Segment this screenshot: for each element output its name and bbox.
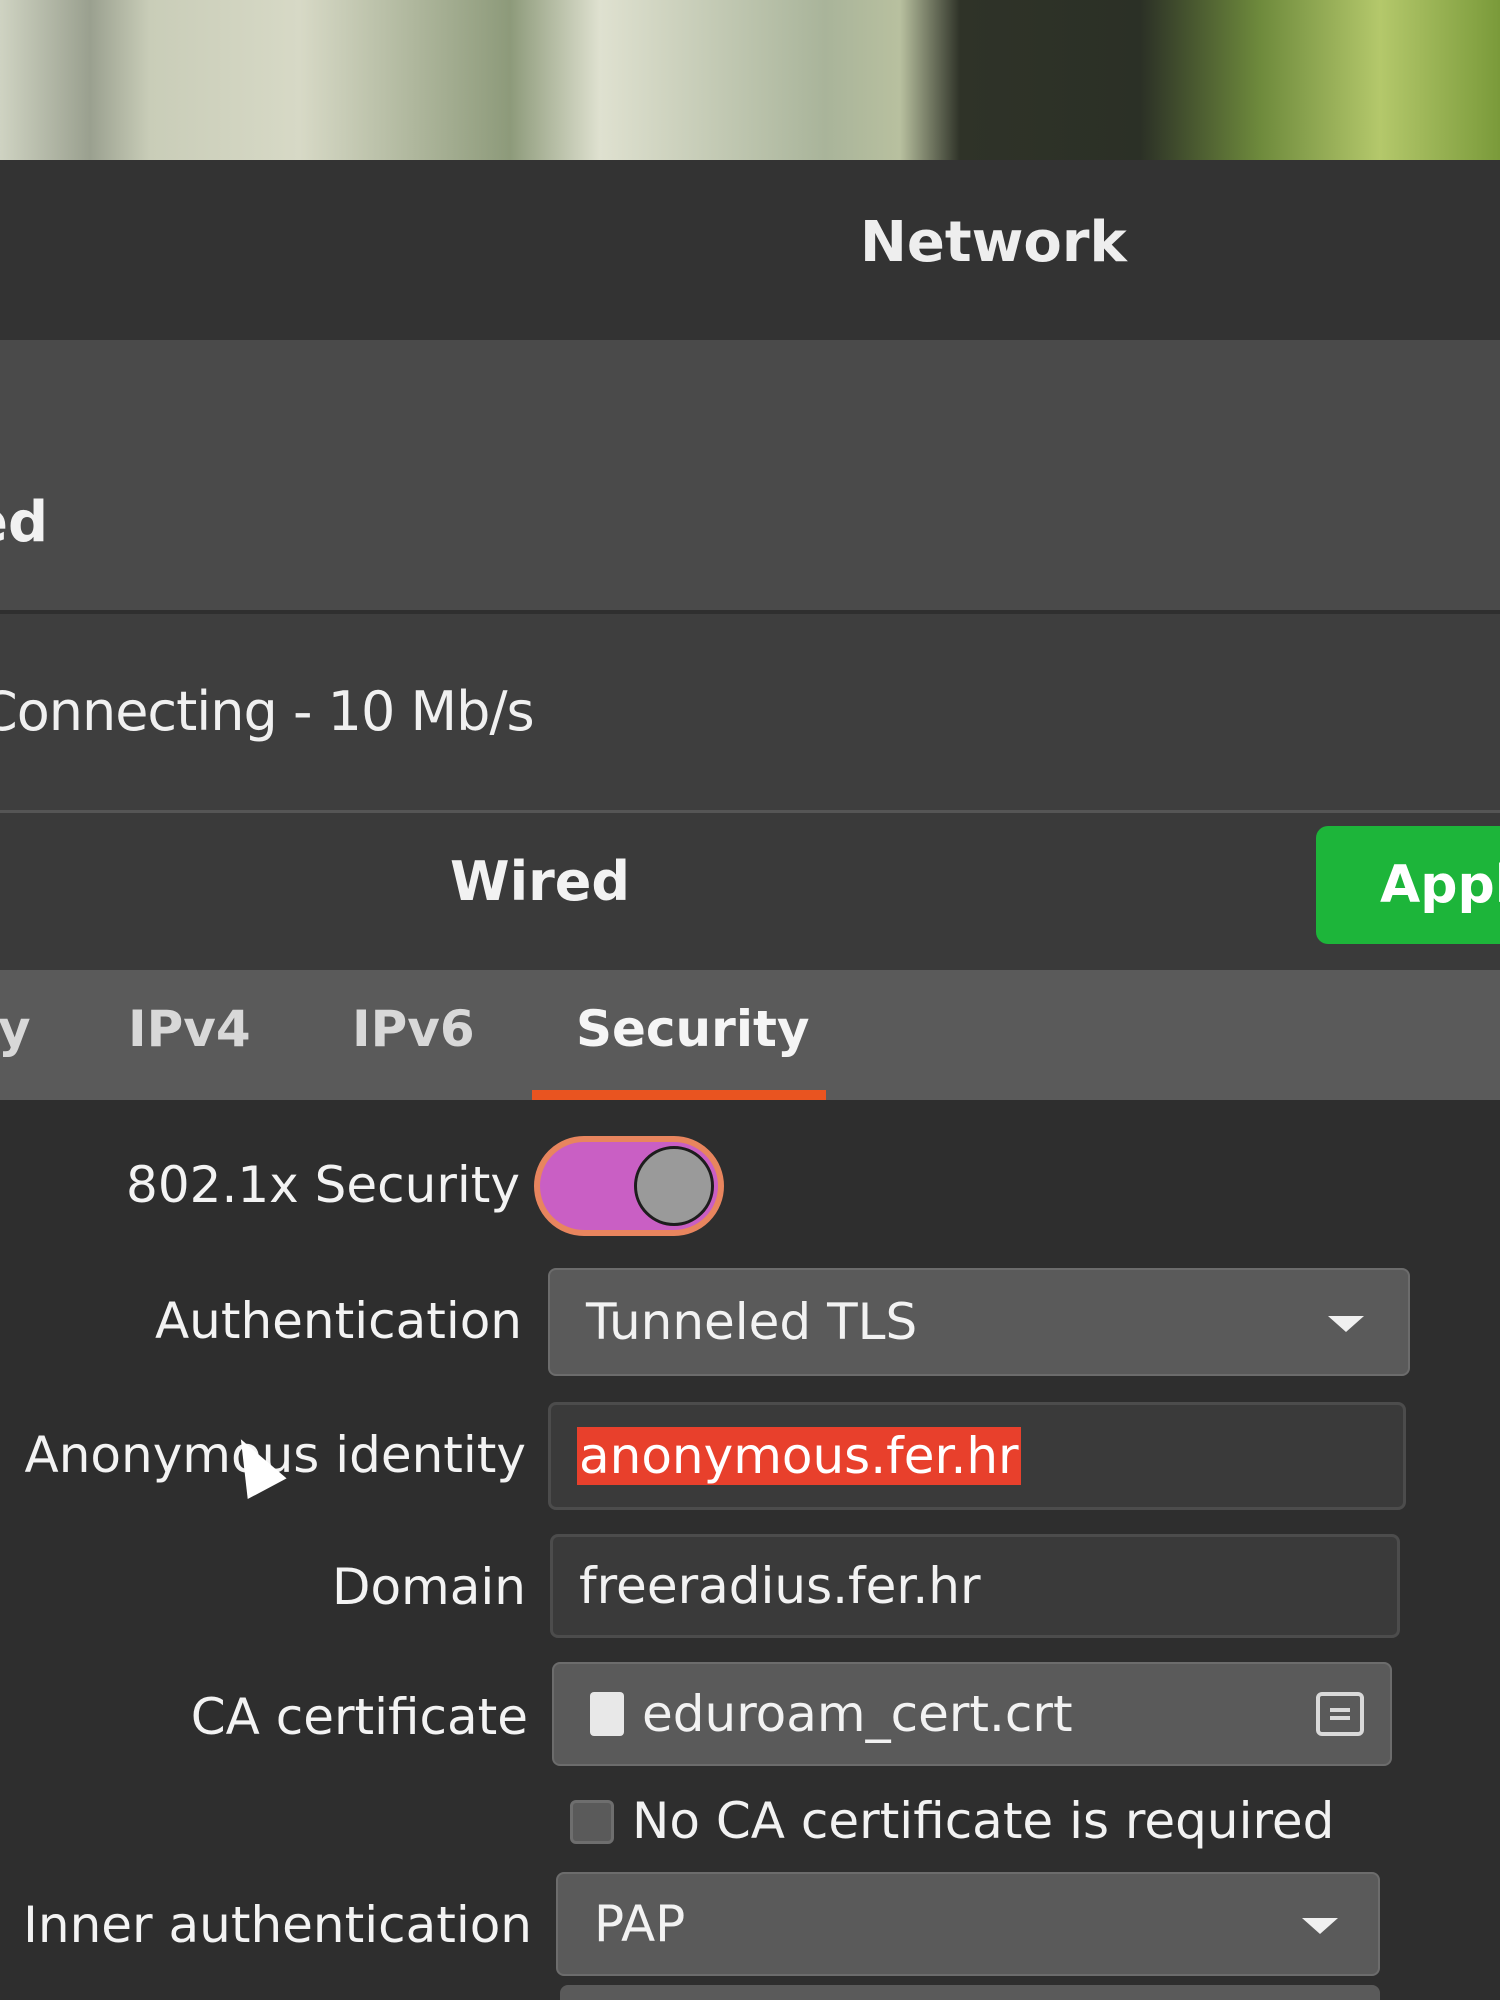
domain-field[interactable]: freeradius.fer.hr (550, 1534, 1400, 1638)
inner-authentication-label: Inner authentication (23, 1896, 532, 1954)
background-photo (0, 0, 1500, 160)
connection-status: Connecting - 10 Mb/s (0, 680, 535, 743)
browse-file-icon[interactable] (1316, 1692, 1364, 1736)
next-field-edge (560, 1985, 1380, 2000)
tab-ipv6[interactable]: IPv6 (352, 1000, 475, 1058)
active-tab-indicator (532, 1090, 826, 1100)
section-label: ed (0, 490, 49, 555)
authentication-value: Tunneled TLS (586, 1293, 918, 1351)
file-icon (590, 1692, 624, 1736)
authentication-label: Authentication (154, 1292, 522, 1350)
authentication-combo[interactable]: Tunneled TLS (548, 1268, 1410, 1376)
security-toggle-label: 802.1x Security (126, 1156, 520, 1214)
main-panel (0, 340, 1500, 610)
dialog-header (0, 810, 1500, 973)
tab-ipv4[interactable]: IPv4 (128, 1000, 251, 1058)
toggle-knob[interactable] (634, 1146, 714, 1226)
domain-label: Domain (331, 1558, 526, 1616)
domain-value: freeradius.fer.hr (579, 1557, 981, 1615)
apply-button[interactable]: Apply (1316, 826, 1500, 944)
chevron-down-icon (1302, 1918, 1338, 1934)
anonymous-identity-value: anonymous.fer.hr (577, 1427, 1021, 1485)
ca-certificate-chooser[interactable]: eduroam_cert.crt (552, 1662, 1392, 1766)
ca-certificate-label: CA certificate (190, 1688, 528, 1746)
no-ca-label[interactable]: No CA certificate is required (632, 1792, 1334, 1850)
dialog-title: Wired (450, 850, 630, 913)
window-header (0, 160, 1500, 340)
tab-security[interactable]: Security (576, 1000, 809, 1058)
window-title: Network (860, 210, 1127, 275)
anonymous-identity-field[interactable]: anonymous.fer.hr (548, 1402, 1406, 1510)
tab-identity[interactable]: y (0, 1000, 31, 1058)
inner-authentication-combo[interactable]: PAP (556, 1872, 1380, 1976)
no-ca-checkbox[interactable] (570, 1800, 614, 1844)
inner-authentication-value: PAP (594, 1895, 686, 1953)
chevron-down-icon (1328, 1316, 1364, 1332)
security-toggle[interactable] (534, 1136, 724, 1236)
ca-certificate-value: eduroam_cert.crt (642, 1685, 1073, 1743)
